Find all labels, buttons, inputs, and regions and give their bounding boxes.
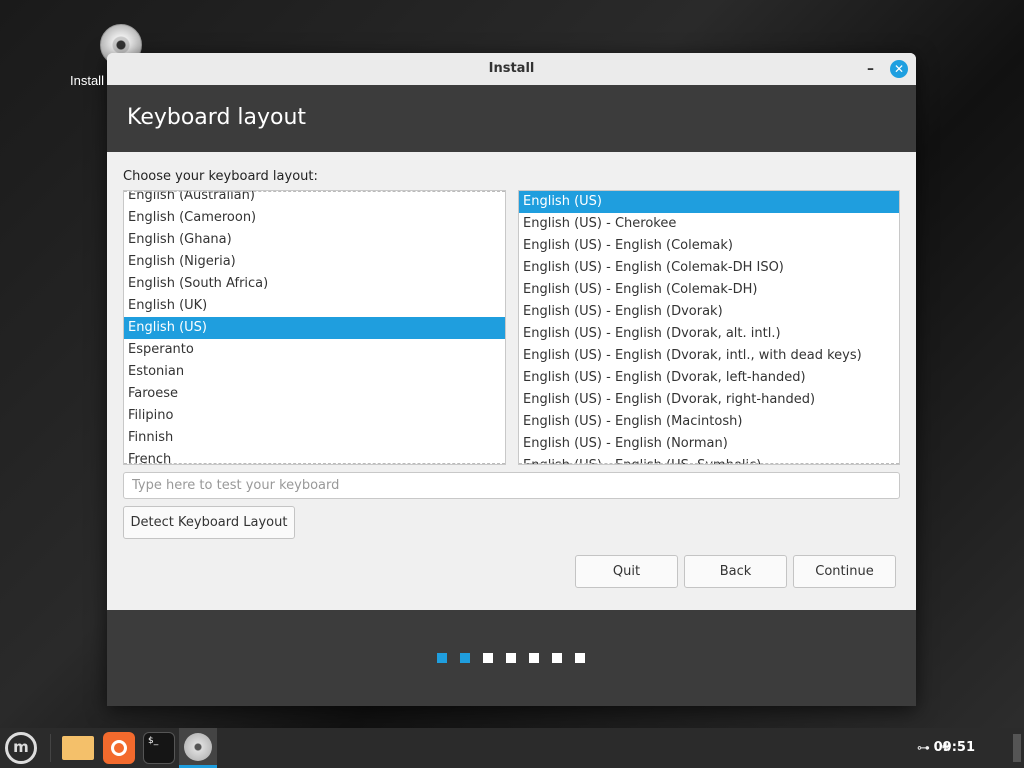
title-bar[interactable]: Install – ✕ — [107, 53, 916, 85]
progress-dot — [506, 653, 516, 663]
files-icon[interactable] — [62, 736, 94, 760]
list-item[interactable]: English (US) — [124, 317, 505, 339]
clock[interactable]: 09:51 — [934, 740, 975, 755]
list-item[interactable]: French — [124, 449, 505, 464]
taskbar: m $_ ⊶ 🔊︎ 09:51 — [0, 728, 1024, 768]
firefox-icon[interactable] — [103, 732, 135, 764]
list-item[interactable]: English (US) - English (Macintosh) — [519, 411, 899, 433]
content-area: Choose your keyboard layout: English (Au… — [107, 152, 916, 610]
list-item[interactable]: Finnish — [124, 427, 505, 449]
progress-dots — [437, 653, 585, 663]
progress-dot — [575, 653, 585, 663]
detect-layout-button[interactable]: Detect Keyboard Layout — [123, 506, 295, 539]
variant-list[interactable]: English (US) English (US) - Cherokee Engli… — [518, 190, 900, 465]
list-item[interactable]: English (US) - Cherokee — [519, 213, 899, 235]
progress-dot — [552, 653, 562, 663]
desktop-icon-label[interactable]: Install — [70, 73, 104, 88]
language-list[interactable]: English (Australian) English (Cameroon) En… — [123, 190, 506, 465]
page-title: Keyboard layout — [127, 105, 307, 130]
list-item[interactable]: English (US) - English (Dvorak, alt. int… — [519, 323, 899, 345]
terminal-icon[interactable]: $_ — [143, 732, 175, 764]
list-item[interactable]: English (US) - English (US, Symbolic) — [519, 455, 899, 464]
list-item[interactable]: English (Australian) — [124, 191, 505, 207]
list-item[interactable]: English (US) — [519, 191, 899, 213]
progress-dot — [437, 653, 447, 663]
list-item[interactable]: English (US) - English (Dvorak, intl., w… — [519, 345, 899, 367]
minimize-button[interactable]: – — [867, 53, 874, 85]
installer-taskbar-button[interactable] — [179, 728, 217, 768]
choose-label: Choose your keyboard layout: — [123, 169, 318, 184]
list-item[interactable]: English (US) - English (Colemak-DH) — [519, 279, 899, 301]
disc-icon — [184, 733, 212, 761]
list-item[interactable]: English (Cameroon) — [124, 207, 505, 229]
list-item[interactable]: English (US) - English (Colemak) — [519, 235, 899, 257]
progress-dot — [529, 653, 539, 663]
list-item[interactable]: English (US) - English (Dvorak) — [519, 301, 899, 323]
close-button[interactable]: ✕ — [890, 60, 908, 78]
list-item[interactable]: Estonian — [124, 361, 505, 383]
page-header: Keyboard layout — [107, 85, 916, 152]
list-item[interactable]: English (US) - English (Dvorak, right-ha… — [519, 389, 899, 411]
list-item[interactable]: English (Ghana) — [124, 229, 505, 251]
list-item[interactable]: Faroese — [124, 383, 505, 405]
menu-icon[interactable]: m — [5, 732, 37, 764]
continue-button[interactable]: Continue — [793, 555, 896, 588]
list-item[interactable]: Esperanto — [124, 339, 505, 361]
list-item[interactable]: English (UK) — [124, 295, 505, 317]
quit-button[interactable]: Quit — [575, 555, 678, 588]
list-item[interactable]: English (South Africa) — [124, 273, 505, 295]
list-item[interactable]: English (US) - English (Colemak-DH ISO) — [519, 257, 899, 279]
list-item[interactable]: English (US) - English (Dvorak, left-han… — [519, 367, 899, 389]
list-item[interactable]: English (Nigeria) — [124, 251, 505, 273]
progress-footer — [107, 610, 916, 706]
list-item[interactable]: English (US) - English (Norman) — [519, 433, 899, 455]
divider — [50, 734, 51, 762]
list-item[interactable]: Filipino — [124, 405, 505, 427]
window-title: Install — [488, 61, 535, 76]
installer-window: Install – ✕ Keyboard layout Choose your … — [107, 53, 916, 706]
back-button[interactable]: Back — [684, 555, 787, 588]
progress-dot — [483, 653, 493, 663]
show-desktop-button[interactable] — [1013, 734, 1021, 762]
network-icon[interactable]: ⊶ — [917, 741, 930, 756]
progress-dot — [460, 653, 470, 663]
keyboard-test-input[interactable] — [123, 472, 900, 499]
